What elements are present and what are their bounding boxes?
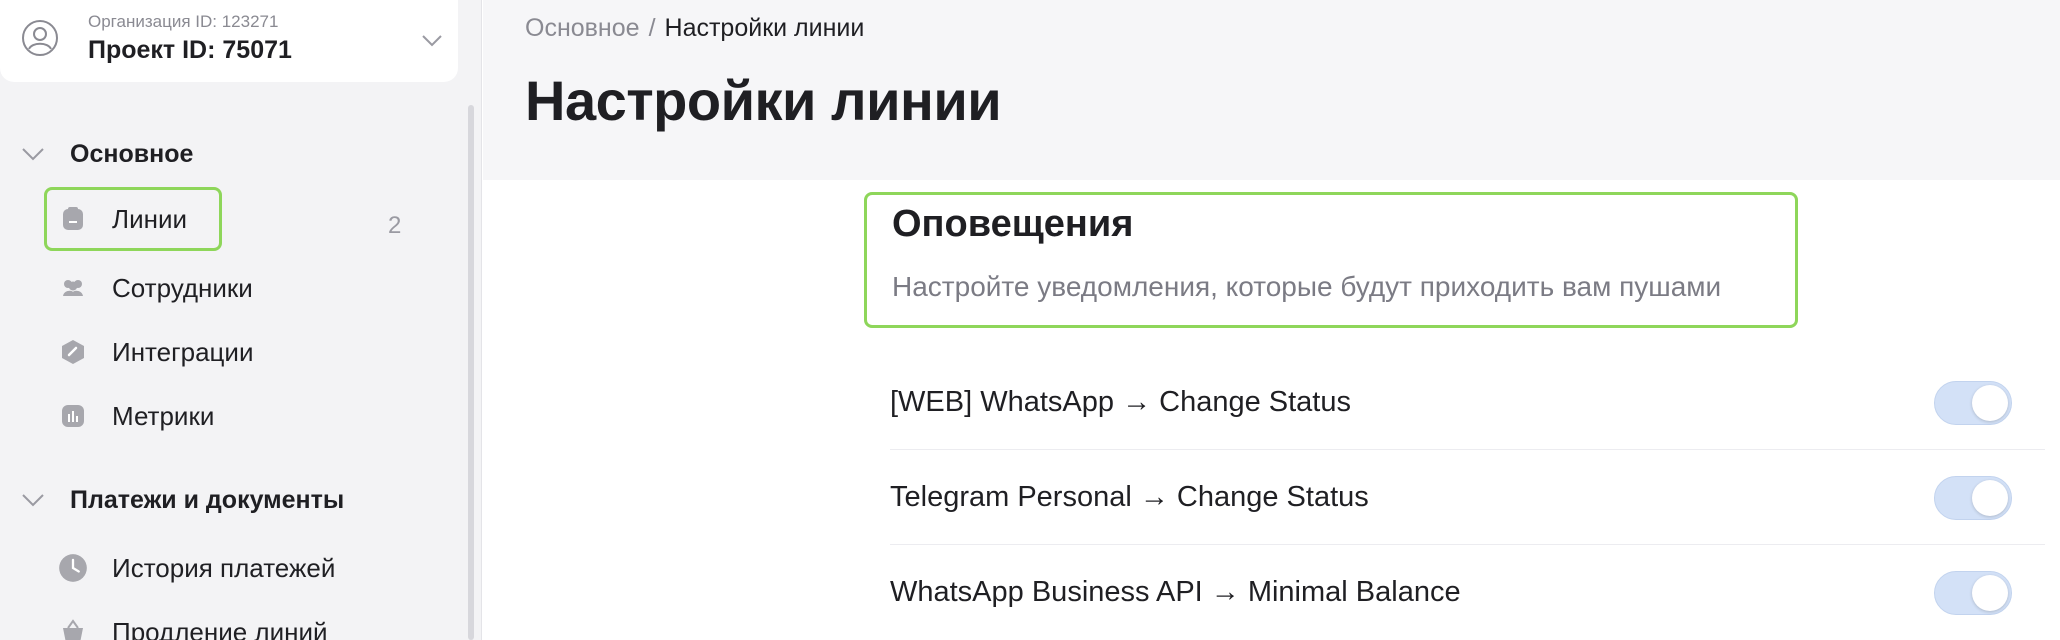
chart-icon [62,405,84,427]
setting-label: [WEB] WhatsApp → Change Status [890,386,1351,418]
user-avatar-icon [22,20,58,56]
setting-label: Telegram Personal → Change Status [890,481,1369,513]
notifications-title: Оповещения [892,203,1134,245]
chevron-down-icon [22,494,44,507]
section-title: Платежи и документы [70,485,345,514]
sidebar-item-label: Продление линий [112,616,328,640]
section-payments[interactable]: Платежи и документы [20,482,344,518]
sidebar-item-label: Сотрудники [112,272,253,303]
page-title: Настройки линии [525,69,1002,132]
toggle-knob [1972,385,2008,421]
users-icon [63,280,83,296]
clipboard-icon [63,207,83,230]
whatsapp-web-status-toggle[interactable] [1934,381,2012,425]
notifications-header: Оповещения Настройте уведомления, которы… [864,192,1798,328]
breadcrumb-root-link[interactable]: Основное [525,14,640,42]
sidebar-scrollbar[interactable] [468,105,474,640]
setting-label: WhatsApp Business API → Minimal Balance [890,576,1461,608]
integration-icon [62,340,84,364]
toggle-knob [1972,575,2008,611]
breadcrumb-separator: / [648,14,656,42]
section-title: Основное [70,139,194,168]
clock-icon [59,554,87,582]
page-header: Основное / Настройки линии Настройки линии [483,0,2060,180]
project-switcher[interactable]: Организация ID: 123271 Проект ID: 75071 [0,0,458,82]
sidebar: Организация ID: 123271 Проект ID: 75071 … [0,0,482,640]
setting-row: WhatsApp Business API → Minimal Balance [890,545,2045,640]
section-main[interactable]: Основное [20,136,193,172]
breadcrumb-current: Настройки линии [664,14,865,42]
chevron-down-icon [22,148,44,161]
notifications-description: Настройте уведомления, которые будут при… [892,271,1722,302]
toggle-knob [1972,480,2008,516]
organization-id: Организация ID: 123271 [88,12,279,31]
basket-icon [63,619,83,640]
chevron-down-icon[interactable] [418,26,446,54]
lines-count-badge: 2 [388,212,402,239]
sidebar-item-label: Интеграции [112,336,254,367]
sidebar-item-label: Линии [112,203,187,234]
setting-row: Telegram Personal → Change Status [890,450,2045,545]
sidebar-item-label: История платежей [112,552,336,583]
project-id: Проект ID: 75071 [88,36,292,64]
sidebar-item-label: Метрики [112,400,215,431]
setting-row: [WEB] WhatsApp → Change Status [890,355,2045,450]
sidebar-item-lines[interactable]: Линии [44,187,222,251]
telegram-personal-status-toggle[interactable] [1934,476,2012,520]
whatsapp-api-balance-toggle[interactable] [1934,571,2012,615]
breadcrumb: Основное / Настройки линии [525,14,864,43]
